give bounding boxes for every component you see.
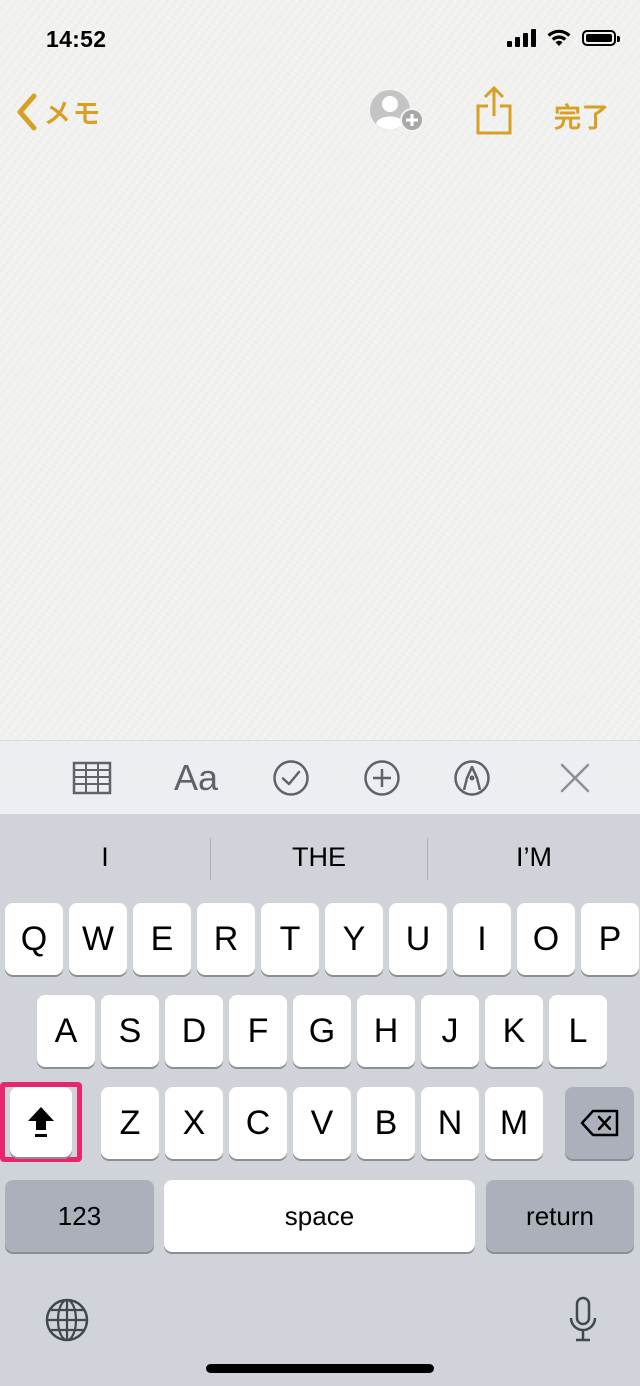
key-k[interactable]: K: [485, 995, 543, 1067]
microphone-icon: [569, 1296, 597, 1342]
suggestion-1[interactable]: I: [0, 814, 210, 900]
status-icons: [507, 28, 620, 48]
pen-tip-circle-icon: [454, 760, 490, 796]
table-button[interactable]: [70, 741, 114, 815]
key-u[interactable]: U: [389, 903, 447, 975]
plus-circle-icon: [364, 760, 400, 796]
key-x[interactable]: X: [165, 1087, 223, 1159]
key-i[interactable]: I: [453, 903, 511, 975]
key-h[interactable]: H: [357, 995, 415, 1067]
key-o[interactable]: O: [517, 903, 575, 975]
status-time: 14:52: [46, 26, 107, 52]
key-l[interactable]: L: [549, 995, 607, 1067]
numbers-key[interactable]: 123: [5, 1180, 154, 1252]
format-toolbar: Aa: [0, 740, 640, 815]
cellular-signal-icon: [507, 29, 536, 47]
key-s[interactable]: S: [101, 995, 159, 1067]
checkmark-circle-icon: [273, 760, 309, 796]
key-p[interactable]: P: [581, 903, 639, 975]
suggestion-2[interactable]: THE: [211, 814, 427, 900]
insert-button[interactable]: [361, 741, 403, 815]
key-d[interactable]: D: [165, 995, 223, 1067]
table-icon: [72, 761, 112, 795]
back-label: メモ: [44, 99, 102, 129]
globe-icon: [45, 1298, 89, 1342]
battery-icon: [582, 30, 620, 46]
dictation-button[interactable]: [568, 1296, 598, 1349]
shift-arrow-icon: [28, 1107, 54, 1137]
checklist-button[interactable]: [270, 741, 312, 815]
key-t[interactable]: T: [261, 903, 319, 975]
key-q[interactable]: Q: [5, 903, 63, 975]
share-icon: [476, 85, 512, 135]
delete-key[interactable]: [565, 1087, 634, 1159]
key-b[interactable]: B: [357, 1087, 415, 1159]
key-a[interactable]: A: [37, 995, 95, 1067]
key-e[interactable]: E: [133, 903, 191, 975]
share-button[interactable]: [474, 84, 514, 136]
chevron-left-icon: [17, 93, 37, 130]
key-z[interactable]: Z: [101, 1087, 159, 1159]
wifi-icon: [547, 29, 571, 46]
add-person-icon: [370, 90, 424, 132]
return-key[interactable]: return: [486, 1180, 634, 1252]
done-button[interactable]: 完了: [554, 96, 610, 135]
key-y[interactable]: Y: [325, 903, 383, 975]
key-f[interactable]: F: [229, 995, 287, 1067]
text-format-button[interactable]: Aa: [168, 741, 224, 815]
shift-key[interactable]: [10, 1087, 72, 1157]
markup-button[interactable]: [451, 741, 493, 815]
key-j[interactable]: J: [421, 995, 479, 1067]
suggestion-bar: I THE I’M: [0, 814, 640, 900]
key-m[interactable]: M: [485, 1087, 543, 1159]
space-key[interactable]: space: [164, 1180, 475, 1252]
key-c[interactable]: C: [229, 1087, 287, 1159]
backspace-icon: [580, 1109, 618, 1137]
key-w[interactable]: W: [69, 903, 127, 975]
close-icon: [560, 763, 590, 793]
back-button[interactable]: メモ: [16, 92, 102, 131]
key-n[interactable]: N: [421, 1087, 479, 1159]
close-toolbar-button[interactable]: [556, 741, 594, 815]
home-indicator[interactable]: [206, 1364, 434, 1373]
suggestion-3[interactable]: I’M: [428, 814, 640, 900]
key-r[interactable]: R: [197, 903, 255, 975]
add-person-button[interactable]: [368, 88, 428, 136]
globe-button[interactable]: [44, 1297, 90, 1348]
key-g[interactable]: G: [293, 995, 351, 1067]
key-v[interactable]: V: [293, 1087, 351, 1159]
